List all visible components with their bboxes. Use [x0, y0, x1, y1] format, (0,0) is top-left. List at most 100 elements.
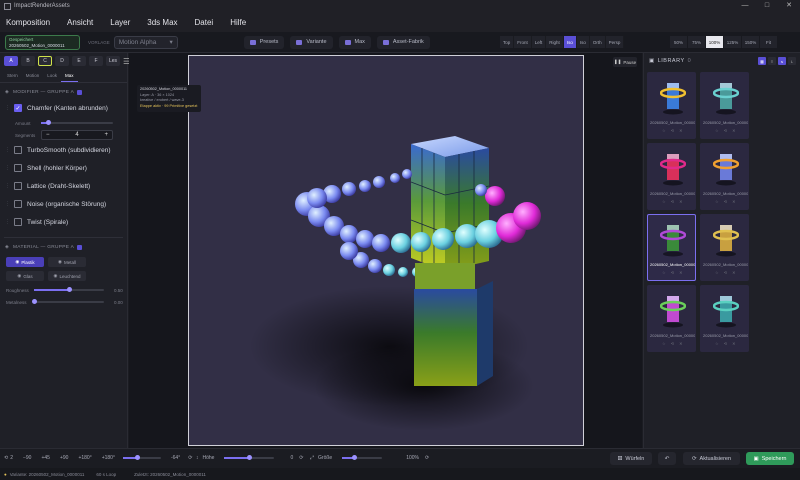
preset-dropdown[interactable]: Motion Alpha ▾ — [113, 35, 178, 49]
modifier-item[interactable]: ⋮ Shell (hohler Körper) — [0, 159, 127, 177]
mode-button-c[interactable]: C — [38, 56, 52, 66]
drag-handle-icon[interactable]: ⋮ — [5, 201, 11, 207]
step-button[interactable]: +180° — [102, 455, 115, 461]
metalness-slider[interactable] — [32, 299, 104, 304]
step-button[interactable]: +180° — [78, 455, 91, 461]
view-button-front[interactable]: Front — [514, 36, 532, 48]
material-leuchtend-button[interactable]: ◉ Leuchtend — [48, 271, 86, 281]
card-actions[interactable]: ☆ ⟲ ✕ — [715, 199, 738, 204]
size-small-icon[interactable]: s — [778, 57, 786, 65]
menu-hilfe[interactable]: Hilfe — [230, 18, 246, 27]
roughness-slider[interactable] — [34, 287, 104, 292]
modifier-checkbox[interactable] — [14, 182, 22, 190]
card-actions[interactable]: ☆ ⟲ ✕ — [662, 341, 685, 346]
asset-fabrik-button[interactable]: Asset-Fabrik — [376, 35, 430, 49]
zoom-button[interactable]: 50% — [670, 36, 687, 48]
step-button[interactable]: +90 — [60, 455, 68, 461]
modifier-checkbox[interactable] — [14, 218, 22, 226]
zoom-button[interactable]: 125% — [724, 36, 741, 48]
library-card[interactable]: 20260502_Motion_0000001 ☆ ⟲ ✕ — [647, 72, 696, 139]
step-button[interactable]: +45 — [41, 455, 49, 461]
close-button[interactable]: ✕ — [778, 0, 800, 12]
menu-layer[interactable]: Layer — [110, 18, 130, 27]
modifier-item[interactable]: ⋮ TurboSmooth (subdividieren) — [0, 141, 127, 159]
zoom-button[interactable]: 100% — [706, 36, 723, 48]
height-slider[interactable] — [224, 455, 275, 460]
view-button-top[interactable]: Top — [500, 36, 515, 48]
mode-button-a[interactable]: A — [4, 56, 18, 66]
mode-button-f[interactable]: F — [89, 56, 103, 66]
mode-button-d[interactable]: D — [55, 56, 69, 66]
library-card[interactable]: 20260502_Motion_0000002 ☆ ⟲ ✕ — [700, 72, 749, 139]
wuerfeln-button[interactable]: ⚄ Würfeln — [610, 452, 652, 465]
view-button-left[interactable]: Left — [531, 36, 547, 48]
minus-icon[interactable]: − — [46, 132, 50, 138]
tab-motion[interactable]: Motion — [22, 70, 44, 82]
library-card[interactable]: 20260502_Motion_0000008 ☆ ⟲ ✕ — [700, 285, 749, 352]
render-canvas[interactable] — [188, 55, 584, 446]
tab-look[interactable]: Look — [43, 70, 61, 82]
grid-view-icon[interactable]: ▦ — [758, 57, 766, 65]
tab-stern[interactable]: Stern — [3, 70, 22, 82]
project-badge[interactable]: Gespeichert 20260502_Motion_0000011 — [5, 34, 80, 50]
library-card[interactable]: 20260502_Motion_0000004 ☆ ⟲ ✕ — [700, 143, 749, 210]
library-card[interactable]: 20260502_Motion_0000011 ☆ ⟲ ✕ — [647, 214, 696, 281]
variante-button[interactable]: Variante — [290, 35, 333, 49]
modifier-item[interactable]: ⋮ Twist (Spirale) — [0, 213, 127, 231]
aktualisieren-button[interactable]: ⟳ Aktualisieren — [683, 452, 740, 465]
menu-3dsmax[interactable]: 3ds Max — [147, 18, 177, 27]
view-button-iso[interactable]: Iso — [563, 36, 577, 48]
view-button-orth[interactable]: Orth — [589, 36, 606, 48]
size-large-icon[interactable]: L — [788, 57, 796, 65]
mode-button-b[interactable]: B — [21, 56, 35, 66]
zoom-button[interactable]: 150% — [742, 36, 759, 48]
library-card[interactable]: 20260502_Motion_0000007 ☆ ⟲ ✕ — [647, 285, 696, 352]
material-glas-button[interactable]: ◉ Glas — [6, 271, 44, 281]
card-actions[interactable]: ☆ ⟲ ✕ — [715, 270, 738, 275]
card-actions[interactable]: ☆ ⟲ ✕ — [715, 128, 738, 133]
library-card[interactable]: 20260502_Motion_0000003 ☆ ⟲ ✕ — [647, 143, 696, 210]
speichern-button[interactable]: ▣ Speichern — [746, 452, 794, 465]
presets-button[interactable]: Presets — [243, 35, 285, 49]
mode-button-e[interactable]: E — [72, 56, 86, 66]
angle-slider[interactable] — [122, 455, 161, 460]
menu-ansicht[interactable]: Ansicht — [67, 18, 93, 27]
material-metall-button[interactable]: ◉ Metall — [48, 257, 86, 267]
modifier-checkbox[interactable] — [14, 164, 22, 172]
drag-handle-icon[interactable]: ⋮ — [5, 219, 11, 225]
drag-handle-icon[interactable]: ⋮ — [5, 105, 11, 111]
zoom-button[interactable]: Fit — [760, 36, 777, 48]
card-actions[interactable]: ☆ ⟲ ✕ — [662, 199, 685, 204]
reset-icon[interactable]: ⟳ — [425, 455, 429, 461]
card-actions[interactable]: ☆ ⟲ ✕ — [715, 341, 738, 346]
plus-icon[interactable]: + — [104, 132, 108, 138]
list-view-icon[interactable]: ≡ — [768, 57, 776, 65]
drag-handle-icon[interactable]: ⋮ — [5, 147, 11, 153]
step-button[interactable]: −90 — [23, 455, 31, 461]
modifier-item[interactable]: ⋮ Lattice (Draht-Skelett) — [0, 177, 127, 195]
modifier-checkbox[interactable]: ✓ — [14, 104, 22, 112]
size-slider[interactable] — [342, 455, 383, 460]
mode-button-les[interactable]: Les — [106, 56, 120, 66]
max-button[interactable]: Max — [338, 35, 371, 49]
reset-icon[interactable]: ⟳ — [188, 455, 192, 461]
amount-slider[interactable] — [41, 120, 113, 125]
maximize-button[interactable]: □ — [756, 0, 778, 12]
modifier-item[interactable]: ⋮ ✓ Chamfer (Kanten abrunden) — [0, 99, 127, 117]
material-plastik-button[interactable]: ◉ Plastik — [6, 257, 44, 267]
view-button-right[interactable]: Right — [546, 36, 564, 48]
menu-datei[interactable]: Datei — [195, 18, 214, 27]
card-actions[interactable]: ☆ ⟲ ✕ — [662, 270, 685, 275]
modifier-checkbox[interactable] — [14, 146, 22, 154]
menu-komposition[interactable]: Komposition — [6, 18, 50, 27]
drag-handle-icon[interactable]: ⋮ — [5, 183, 11, 189]
view-button-iso[interactable]: Iso — [576, 36, 590, 48]
minimize-button[interactable]: — — [734, 0, 756, 12]
zoom-button[interactable]: 75% — [688, 36, 705, 48]
modifier-checkbox[interactable] — [14, 200, 22, 208]
card-actions[interactable]: ☆ ⟲ ✕ — [662, 128, 685, 133]
pause-button[interactable]: ❚❚ Pause — [613, 57, 637, 67]
tab-max[interactable]: Max — [61, 70, 78, 82]
segments-stepper[interactable]: − 4 + — [41, 130, 113, 140]
view-button-persp[interactable]: Persp — [605, 36, 625, 48]
